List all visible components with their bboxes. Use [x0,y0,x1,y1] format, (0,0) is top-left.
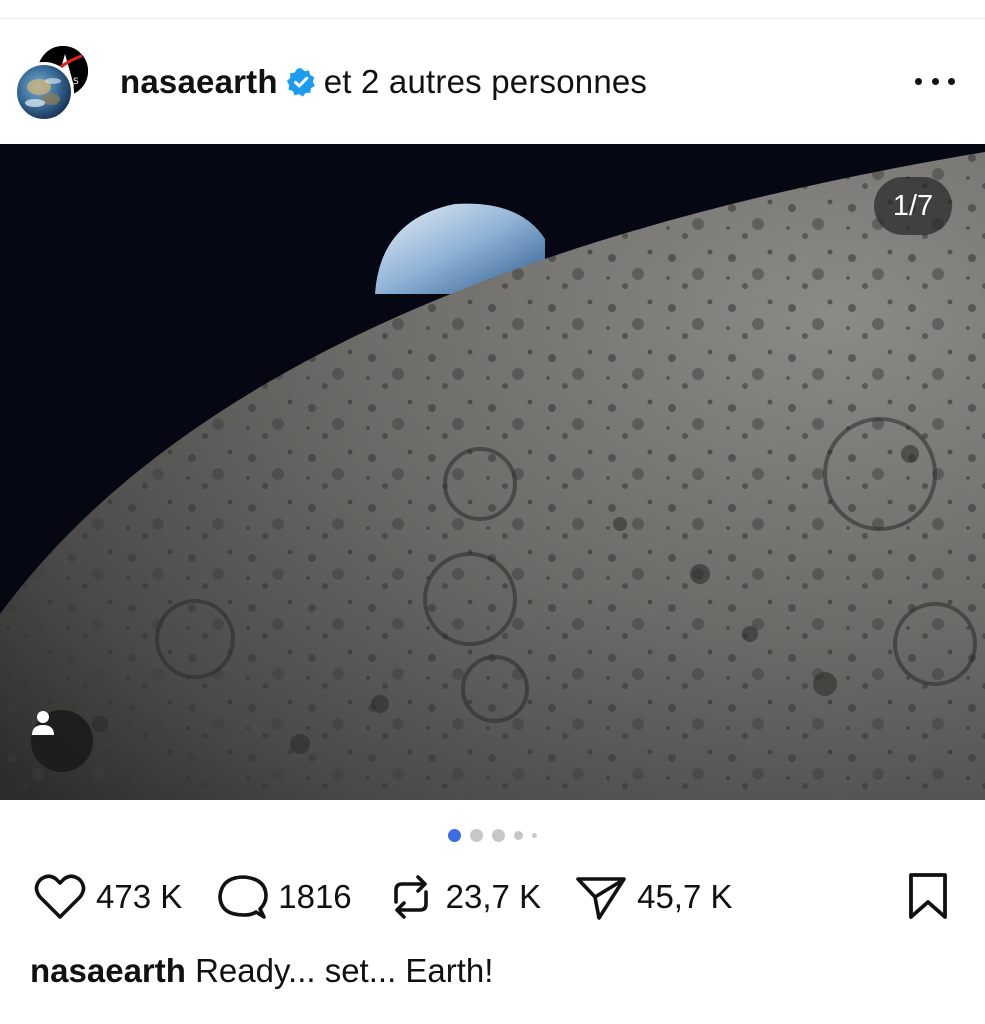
verified-badge-icon [286,67,316,97]
tagged-people-button[interactable] [31,710,93,772]
repost-count: 23,7 K [445,878,542,915]
earth-avatar[interactable] [14,62,74,122]
post-caption: nasaearth Ready... set... Earth! [30,952,493,990]
svg-text:S: S [73,77,79,87]
collaborators-link[interactable]: et 2 autres personnes [324,63,647,101]
person-tag-icon [32,711,54,735]
earth-globe-icon [25,78,61,107]
earthrise-moon-image [0,144,985,800]
post-username[interactable]: nasaearth [120,63,278,101]
post-image[interactable]: 1/7 [0,144,985,800]
action-bar: 473 K 1816 23,7 K 45,7 K [34,868,954,926]
share-action[interactable]: 45,7 K [575,873,733,921]
carousel-dot-active [448,828,461,842]
comment-action[interactable]: 1816 [216,873,352,921]
carousel-counter: 1/7 [874,177,952,235]
share-count: 45,7 K [637,878,733,915]
avatar-stack[interactable]: S [14,44,94,124]
carousel-dots [0,825,985,845]
send-icon[interactable] [575,873,627,921]
caption-username[interactable]: nasaearth [30,952,186,989]
carousel-dot [514,830,523,840]
top-divider [0,18,985,19]
post-header: S nasaearth et 2 autres personnes [0,40,985,130]
comment-icon[interactable] [216,873,269,921]
heart-icon[interactable] [34,874,86,920]
carousel-dot [492,828,505,842]
carousel-dot [532,832,537,838]
repost-icon[interactable] [386,872,436,922]
like-action[interactable]: 473 K [34,874,182,920]
bookmark-icon[interactable] [908,872,948,920]
caption-text: Ready... set... Earth! [195,952,494,989]
more-options-icon[interactable] [915,66,955,96]
comment-count: 1816 [278,878,352,915]
like-count: 473 K [96,878,183,915]
post-author-line: nasaearth et 2 autres personnes [120,62,647,102]
carousel-dot [470,828,483,842]
repost-action[interactable]: 23,7 K [386,872,541,922]
